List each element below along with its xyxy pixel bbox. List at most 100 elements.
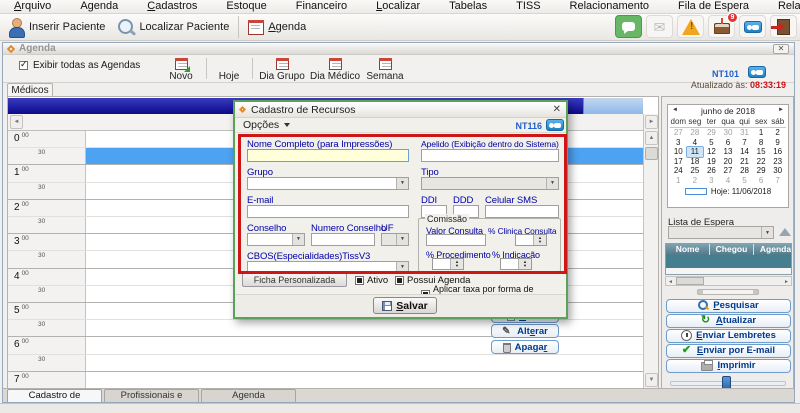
calendar-day[interactable]: 19 [703,157,720,167]
insert-patient-button[interactable]: Inserir Paciente [2,15,110,39]
locate-patient-button[interactable]: Localizar Paciente [110,15,234,39]
calendar-day[interactable]: 4 [720,176,737,186]
enviar-lembretes-button[interactable]: Enviar Lembretes [666,329,791,343]
chat-bubble-icon[interactable] [615,15,642,38]
conselho-select[interactable]: ▼ [247,233,305,246]
collapse-up-icon[interactable] [779,228,791,236]
atualizar-button[interactable]: Atualizar [666,314,791,328]
bottom-tab[interactable]: Cadastro de Recursos [7,389,102,402]
menu-cadastros[interactable]: Cadastros [137,0,207,13]
calendar-day[interactable]: 23 [769,157,786,167]
calendar-next-icon[interactable]: ► [778,107,784,113]
calendar-day[interactable]: 16 [769,147,786,157]
vertical-scrollbar[interactable]: ► ▲ ▼ [643,114,659,388]
tipo-select[interactable]: ▼ [421,177,559,190]
valor-consulta-input[interactable] [426,234,486,246]
agenda-slot[interactable] [86,372,643,388]
calendar-day[interactable]: 30 [769,166,786,176]
scroll-right-icon[interactable]: ► [645,115,658,129]
menu-fila-de-espera[interactable]: Fila de Espera [668,0,759,13]
hoje-button[interactable]: Hoje [211,57,247,82]
exit-door-icon[interactable] [770,15,797,38]
calendar-day[interactable]: 7 [736,138,753,148]
calendar-day[interactable]: 6 [720,138,737,148]
calendar-day[interactable]: 4 [687,138,704,148]
menu-estoque[interactable]: Estoque [216,0,276,13]
scrollbar-thumb[interactable] [645,147,658,160]
apelido-input[interactable] [421,149,559,162]
agenda-slot[interactable] [86,355,643,371]
menu-localizar[interactable]: Localizar [366,0,430,13]
calendar-prev-icon[interactable]: ◄ [672,107,678,113]
semana-button[interactable]: Semana [363,57,407,82]
spinner-arrows-icon[interactable] [518,259,531,269]
warning-icon[interactable]: ! [677,15,704,38]
ativo-checkbox[interactable] [355,276,364,285]
menu-relacionamento[interactable]: Relacionamento [560,0,660,13]
agenda-slot[interactable] [86,320,643,336]
menu-relatorios[interactable]: Relatórios [768,0,800,13]
dia-medico-button[interactable]: Dia Médico [309,57,361,82]
spinner-arrows-icon[interactable] [450,259,463,269]
email-input[interactable] [247,205,409,218]
procedimento-spinner[interactable] [432,258,464,270]
scroll-left-icon[interactable]: ◄ [10,115,23,129]
agenda-slot[interactable] [86,337,643,353]
possui-agenda-checkbox[interactable] [395,276,404,285]
calendar-day[interactable]: 25 [687,166,704,176]
birthday-cake-icon[interactable]: 9 [708,15,735,38]
alterar-button[interactable]: Alterar [491,324,559,338]
novo-agenda-button[interactable]: Novo [161,57,201,82]
menu-arquivo[interactable]: Arquivo [4,0,61,13]
scroll-down-icon[interactable]: ▼ [645,373,658,387]
scroll-left-icon[interactable]: ◄ [668,278,673,286]
calendar-day[interactable]: 1 [753,128,770,138]
mini-slider[interactable] [697,289,759,295]
calendar-day[interactable]: 27 [670,128,687,138]
waitlist-hscrollbar[interactable]: ◄ ► [665,276,792,286]
calendar-day[interactable]: 20 [720,157,737,167]
calendar-day[interactable]: 26 [703,166,720,176]
waitlist-empty-row[interactable] [666,255,791,268]
menu-tabelas[interactable]: Tabelas [439,0,497,13]
pesquisar-button[interactable]: Pesquisar [666,299,791,313]
calendar-day[interactable]: 10 [670,147,687,157]
calendar-day[interactable]: 11 [687,147,704,157]
calendar-day[interactable]: 29 [703,128,720,138]
calendar-day[interactable]: 18 [687,157,704,167]
envelope-icon[interactable]: ✉ [646,15,673,38]
calendar-day[interactable]: 15 [753,147,770,157]
salvar-button[interactable]: Salvar [373,297,437,314]
ficha-personalizada-button[interactable]: Ficha Personalizada [242,273,347,287]
calendar-day[interactable]: 29 [753,166,770,176]
menu-tiss[interactable]: TISS [506,0,550,13]
indicacao-spinner[interactable] [500,258,532,270]
bottom-tab[interactable]: Profissionais e Recursos [104,389,199,402]
nome-completo-input[interactable] [247,149,409,162]
calendar-day[interactable]: 30 [720,128,737,138]
scroll-right-icon[interactable]: ► [784,278,789,286]
close-icon[interactable]: ✕ [773,44,789,54]
messenger-icon[interactable] [748,66,766,78]
calendar-day[interactable]: 21 [736,157,753,167]
calendar-day[interactable]: 2 [687,176,704,186]
imprimir-button[interactable]: Imprimir [666,359,791,373]
calendar-day[interactable]: 22 [753,157,770,167]
agenda-button[interactable]: Agenda [243,15,311,39]
calendar-day[interactable]: 3 [703,176,720,186]
calendar-day[interactable]: 8 [753,138,770,148]
clinica-consulta-spinner[interactable] [515,234,547,246]
show-all-agendas-checkbox[interactable] [19,61,28,70]
calendar-day[interactable]: 13 [720,147,737,157]
calendar-day[interactable]: 3 [670,138,687,148]
calendar-day[interactable]: 31 [736,128,753,138]
waitlist-combo[interactable]: ▼ [668,226,774,239]
calendar-day[interactable]: 5 [736,176,753,186]
calendar-day[interactable]: 6 [753,176,770,186]
grupo-select[interactable]: ▼ [247,177,409,190]
menu-financeiro[interactable]: Financeiro [286,0,357,13]
calendar-day[interactable]: 2 [769,128,786,138]
calendar-day[interactable]: 1 [670,176,687,186]
calendar-day[interactable]: 14 [736,147,753,157]
calendar-day[interactable]: 28 [736,166,753,176]
